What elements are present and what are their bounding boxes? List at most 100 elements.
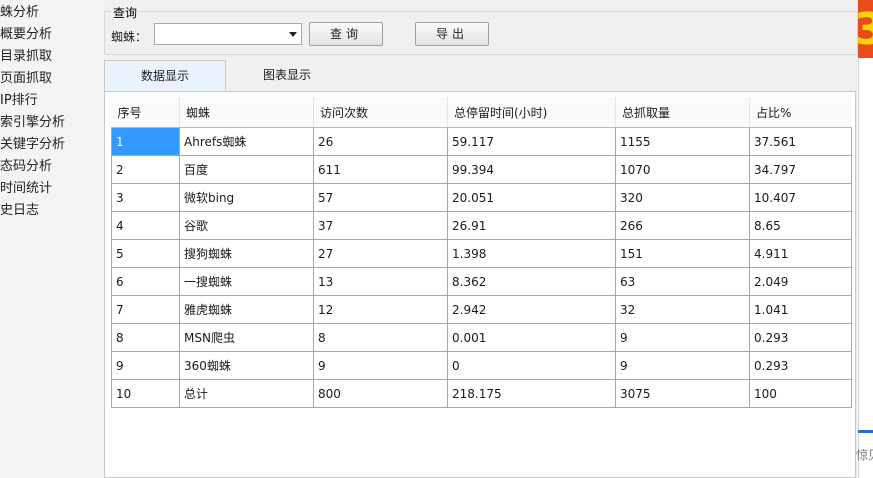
sidebar-item-overview-analysis[interactable]: 概要分析 [0,24,52,46]
table-cell[interactable]: 8 [111,323,180,352]
view-tabs: 数据显示 图表显示 [104,60,856,92]
column-header-total-crawl[interactable]: 总抓取量 [615,97,750,128]
logo-glyph: 3 [858,4,873,55]
table-row[interactable]: 1 Ahrefs蜘蛛 26 59.117 1155 37.561 [111,127,852,156]
table-cell[interactable]: 32 [615,295,750,324]
table-cell[interactable]: 9 [615,351,750,380]
table-cell[interactable]: 谷歌 [179,211,314,240]
table-cell[interactable]: 5 [111,239,180,268]
table-cell[interactable]: 4.911 [749,239,852,268]
table-cell[interactable]: 雅虎蜘蛛 [179,295,314,324]
table-cell[interactable]: 1155 [615,127,750,156]
table-row[interactable]: 9 360蜘蛛 9 0 9 0.293 [111,351,852,380]
table-cell[interactable]: 10 [111,379,180,408]
table-cell[interactable]: 611 [313,155,448,184]
table-cell[interactable]: 37.561 [749,127,852,156]
table-cell[interactable]: 0.293 [749,351,852,380]
table-cell[interactable]: 0.001 [447,323,616,352]
column-header-spider[interactable]: 蜘蛛 [179,97,314,128]
table-cell[interactable]: 4 [111,211,180,240]
table-cell[interactable]: 59.117 [447,127,616,156]
table-cell[interactable]: 27 [313,239,448,268]
sidebar-item-history-log[interactable]: 史日志 [0,200,39,222]
table-cell[interactable]: 63 [615,267,750,296]
table-cell[interactable]: 9 [615,323,750,352]
table-cell[interactable]: 100 [749,379,852,408]
table-cell[interactable]: 搜狗蜘蛛 [179,239,314,268]
table-cell[interactable]: 37 [313,211,448,240]
table-cell[interactable]: 8.65 [749,211,852,240]
tab-chart-view[interactable]: 图表显示 [226,60,348,91]
table-cell[interactable]: 266 [615,211,750,240]
table-cell[interactable]: 800 [313,379,448,408]
table-row[interactable]: 6 一搜蜘蛛 13 8.362 63 2.049 [111,267,852,296]
sidebar-item-search-engine-analysis[interactable]: 索引擎分析 [0,112,65,134]
column-header-share-percent[interactable]: 占比% [749,97,852,128]
table-cell[interactable]: MSN爬虫 [179,323,314,352]
table-cell[interactable]: 218.175 [447,379,616,408]
export-button[interactable]: 导出 [415,22,489,46]
table-cell[interactable]: 7 [111,295,180,324]
table-cell[interactable]: 3075 [615,379,750,408]
sidebar-item-spider-analysis[interactable]: 蛛分析 [0,2,39,24]
table-cell[interactable]: 9 [111,351,180,380]
table-cell[interactable]: 2.942 [447,295,616,324]
data-view-panel: 序号 蜘蛛 访问次数 总停留时间(小时) 总抓取量 占比% 1 Ahrefs蜘蛛… [104,91,856,478]
table-cell[interactable]: 2 [111,155,180,184]
table-row[interactable]: 8 MSN爬虫 8 0.001 9 0.293 [111,323,852,352]
table-cell[interactable]: 99.394 [447,155,616,184]
table-cell[interactable]: 百度 [179,155,314,184]
table-cell[interactable]: 13 [313,267,448,296]
table-row[interactable]: 4 谷歌 37 26.91 266 8.65 [111,211,852,240]
table-cell[interactable]: 10.407 [749,183,852,212]
table-cell[interactable]: 6 [111,267,180,296]
table-cell[interactable]: 34.797 [749,155,852,184]
table-cell[interactable]: 20.051 [447,183,616,212]
table-cell[interactable]: 1 [111,127,180,156]
table-cell[interactable]: 360蜘蛛 [179,351,314,380]
table-cell[interactable]: 微软bing [179,183,314,212]
column-header-visits[interactable]: 访问次数 [313,97,448,128]
table-cell[interactable]: 1070 [615,155,750,184]
tab-data-view[interactable]: 数据显示 [104,60,226,91]
table-cell[interactable]: 总计 [179,379,314,408]
table-cell[interactable]: 0.293 [749,323,852,352]
table-row-total[interactable]: 10 总计 800 218.175 3075 100 [111,379,852,408]
table-cell[interactable]: 12 [313,295,448,324]
sidebar-item-status-code-analysis[interactable]: 态码分析 [0,156,52,178]
table-row[interactable]: 7 雅虎蜘蛛 12 2.942 32 1.041 [111,295,852,324]
table-cell[interactable]: 1.398 [447,239,616,268]
right-text-fragment: 惊见 [856,448,873,462]
table-cell[interactable]: 9 [313,351,448,380]
table-cell[interactable]: Ahrefs蜘蛛 [179,127,314,156]
search-button[interactable]: 查询 [309,22,383,46]
table-cell[interactable]: 8.362 [447,267,616,296]
spider-label: 蜘蛛： [111,30,148,44]
column-header-total-stay-hours[interactable]: 总停留时间(小时) [447,97,616,128]
table-row[interactable]: 5 搜狗蜘蛛 27 1.398 151 4.911 [111,239,852,268]
table-cell[interactable]: 26.91 [447,211,616,240]
column-header-index[interactable]: 序号 [111,97,180,128]
table-header-row: 序号 蜘蛛 访问次数 总停留时间(小时) 总抓取量 占比% [111,97,852,128]
chevron-down-icon[interactable] [289,32,297,37]
sidebar-item-time-statistics[interactable]: 时间统计 [0,178,52,200]
sidebar-item-keyword-analysis[interactable]: 关键字分析 [0,134,65,156]
table-cell[interactable]: 2.049 [749,267,852,296]
spider-select[interactable] [154,23,302,45]
sidebar-item-directory-crawl[interactable]: 目录抓取 [0,46,52,68]
table-cell[interactable]: 0 [447,351,616,380]
main-panel: 查询 蜘蛛： 查询 导出 数据显示 图表显示 序号 蜘蛛 访问次数 总停留时间(… [104,0,858,478]
table-row[interactable]: 3 微软bing 57 20.051 320 10.407 [111,183,852,212]
table-cell[interactable]: 1.041 [749,295,852,324]
table-cell[interactable]: 8 [313,323,448,352]
table-cell[interactable]: 一搜蜘蛛 [179,267,314,296]
right-window-edge [858,0,873,478]
sidebar-item-page-crawl[interactable]: 页面抓取 [0,68,52,90]
table-cell[interactable]: 3 [111,183,180,212]
table-cell[interactable]: 151 [615,239,750,268]
table-row[interactable]: 2 百度 611 99.394 1070 34.797 [111,155,852,184]
table-cell[interactable]: 57 [313,183,448,212]
table-cell[interactable]: 320 [615,183,750,212]
table-cell[interactable]: 26 [313,127,448,156]
sidebar-item-ip-ranking[interactable]: IP排行 [0,90,38,112]
